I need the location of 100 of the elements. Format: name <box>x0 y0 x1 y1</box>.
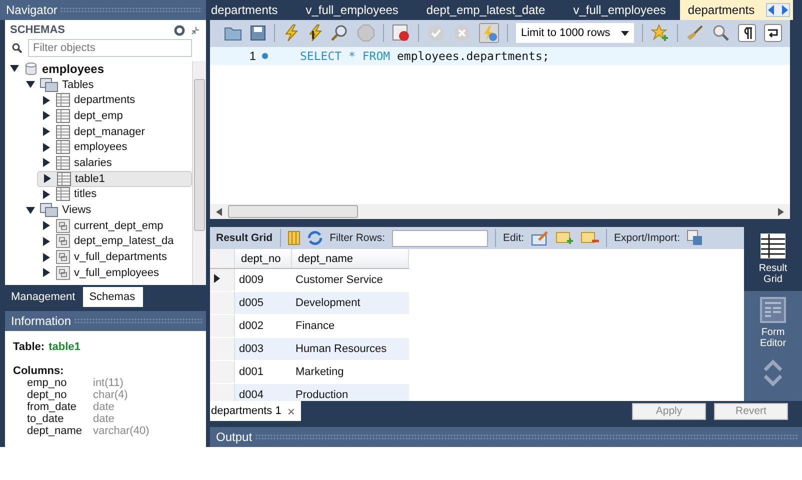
column-type: int(11) <box>93 377 124 389</box>
scroll-right-icon[interactable] <box>778 208 784 216</box>
table-icon <box>56 187 70 202</box>
tree-item[interactable]: departments <box>37 92 192 108</box>
tree-item[interactable]: employees <box>37 139 192 156</box>
tree-item[interactable]: dept_manager <box>37 124 192 140</box>
tree-item-label: v_full_departments <box>74 251 167 264</box>
star-add-icon[interactable] <box>651 24 669 42</box>
export-import-label: Export/Import: <box>614 232 680 244</box>
table-cell: d003 <box>234 338 292 360</box>
vertical-scrollbar[interactable] <box>192 61 206 286</box>
find-icon[interactable] <box>712 24 730 42</box>
tree-item[interactable]: dept_emp <box>37 108 192 124</box>
close-icon[interactable]: × <box>287 404 295 418</box>
result-grid-label: Result Grid <box>216 232 273 244</box>
error-stop-icon[interactable] <box>392 24 410 42</box>
limit-dropdown[interactable]: Limit to 1000 rows <box>516 23 634 44</box>
tree-item[interactable]: titles <box>37 186 192 202</box>
view-icon <box>56 266 70 280</box>
column-name: to_date <box>27 413 65 425</box>
editor-tab[interactable]: v_full_employees <box>292 0 412 20</box>
scroll-left-icon[interactable] <box>216 208 222 216</box>
table-label: Table: <box>13 341 45 353</box>
database-icon <box>24 62 38 76</box>
table-icon <box>56 108 70 123</box>
export-icon[interactable] <box>687 230 703 246</box>
table-icon <box>56 140 70 154</box>
table-name: table1 <box>48 341 80 353</box>
edit-label: Edit: <box>503 232 524 244</box>
lightning-cursor-icon[interactable] <box>307 24 323 42</box>
sql-editor[interactable]: 1 SELECT * FROM employees.departments; <box>210 46 790 204</box>
column-name: from_date <box>27 401 78 413</box>
broom-icon[interactable] <box>686 24 704 42</box>
tree-item[interactable]: Tables <box>21 76 192 92</box>
column-toggle-icon[interactable] <box>288 231 300 245</box>
tree-item[interactable]: table1 <box>37 170 192 186</box>
view-icon <box>56 218 70 233</box>
tree-item[interactable]: v_full_departments <box>37 249 192 265</box>
output-header: Output <box>210 427 802 447</box>
tree-item-label: table1 <box>75 172 105 185</box>
column-header[interactable]: dept_no <box>234 249 292 268</box>
dropdown-caret-icon[interactable] <box>621 30 629 36</box>
statement-dot-icon <box>262 52 268 59</box>
tree-item[interactable]: employees <box>5 61 192 77</box>
column-header[interactable]: dept_name <box>292 249 408 268</box>
schemas-heading: SCHEMAS <box>10 24 66 36</box>
panel-tab[interactable]: Schemas <box>83 287 144 307</box>
information-header: Information <box>5 311 206 331</box>
folder-icon[interactable] <box>224 25 242 42</box>
wrap-icon[interactable] <box>764 24 782 42</box>
magnifier-icon[interactable] <box>331 24 349 42</box>
table-cell: Production <box>292 384 408 401</box>
tree-item[interactable]: dept_emp_latest_da <box>37 234 192 250</box>
column-type: varchar(40) <box>93 425 150 437</box>
column-type: date <box>93 401 114 413</box>
line-number: 1 <box>248 48 256 63</box>
tree-item-label: Tables <box>62 78 94 91</box>
tree-item-label: dept_emp <box>74 110 123 122</box>
tree-item[interactable]: v_full_employees <box>37 264 192 281</box>
tree-item-label: titles <box>74 188 97 200</box>
chevron-up-down-icon[interactable] <box>762 359 784 387</box>
table-icon <box>56 156 70 170</box>
tree-item-label: Views <box>62 204 92 216</box>
tree-item-label: departments <box>74 94 136 106</box>
tab-scroll-arrows[interactable] <box>762 0 793 20</box>
collapse-icon[interactable] <box>191 26 200 34</box>
table-icon <box>56 93 70 108</box>
pencil-edit-icon[interactable] <box>531 230 550 246</box>
editor-tab[interactable]: departments <box>210 0 292 20</box>
navigator-header: Navigator <box>0 0 206 20</box>
result-tab[interactable]: departments 1 × <box>210 401 301 421</box>
check-icon[interactable] <box>427 24 445 42</box>
horizontal-scrollbar[interactable] <box>210 204 790 219</box>
table-cell: Human Resources <box>292 338 408 360</box>
tree-item-label: current_dept_emp <box>74 220 164 232</box>
expanded-triangle-icon[interactable] <box>26 206 36 215</box>
filter-rows-field[interactable] <box>392 230 488 246</box>
delete-row-icon[interactable] <box>581 231 600 245</box>
tree-item[interactable]: salaries <box>37 155 192 171</box>
editor-tab[interactable]: dept_emp_latest_date <box>412 0 560 20</box>
row-header[interactable] <box>210 268 234 292</box>
save-icon[interactable] <box>250 25 266 42</box>
table-cell: d005 <box>234 292 292 314</box>
tree-item[interactable]: current_dept_emp <box>37 218 192 234</box>
pilcrow-icon[interactable] <box>738 24 756 42</box>
tables-folder-icon <box>40 78 58 92</box>
grid-icon <box>760 233 786 259</box>
current-row-pointer-icon <box>214 274 220 283</box>
tree-item[interactable]: Views <box>21 202 192 218</box>
editor-tab[interactable]: departments <box>680 0 763 20</box>
panel-tab[interactable]: Management <box>5 287 84 307</box>
table-cell: Development <box>292 292 408 314</box>
filter-field[interactable]: Filter objects <box>28 39 192 57</box>
search-icon <box>12 43 22 53</box>
add-row-icon[interactable] <box>556 231 574 245</box>
table-icon <box>57 172 71 186</box>
tree-item-label: v_full_employees <box>74 266 159 279</box>
lightning-icon[interactable] <box>283 24 299 42</box>
editor-tab[interactable]: v_full_employees <box>559 0 680 20</box>
refresh-arrows-icon[interactable] <box>306 231 323 245</box>
